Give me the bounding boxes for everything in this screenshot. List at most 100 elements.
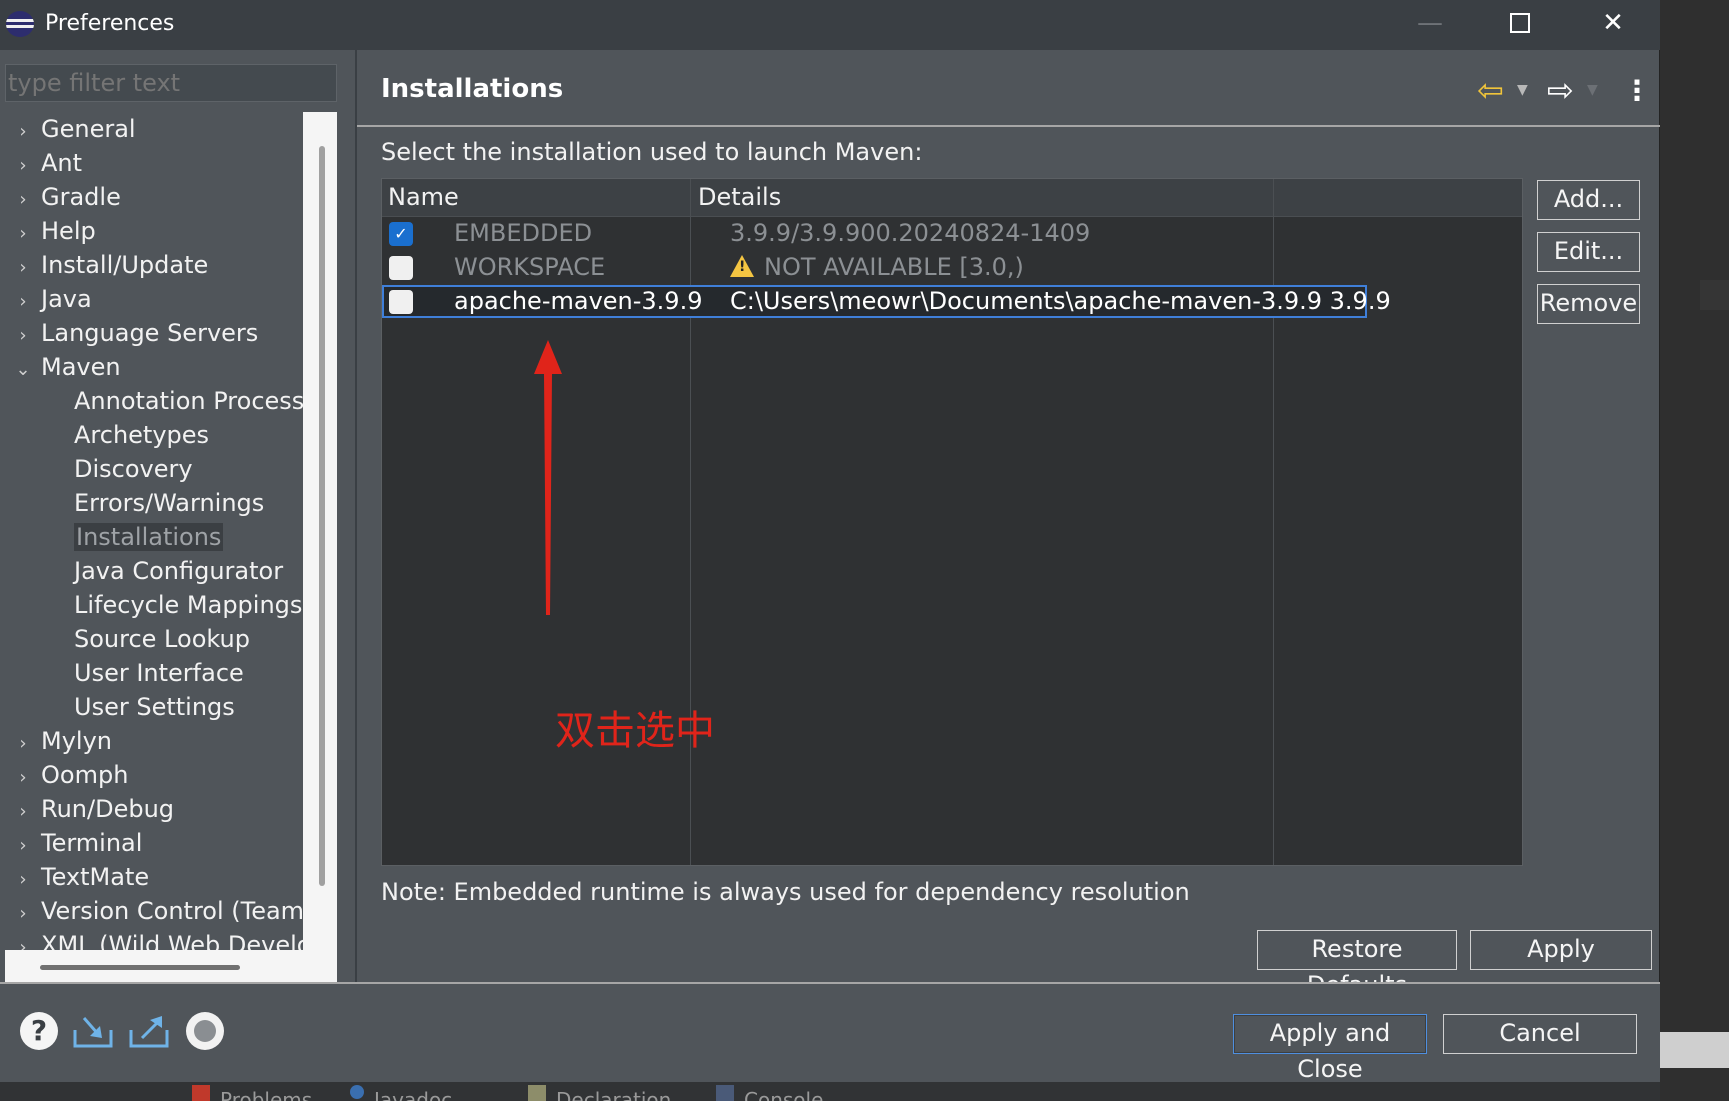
tree-item-archetypes[interactable]: Archetypes [5, 418, 209, 452]
background-tab-problems[interactable]: Problems [192, 1085, 312, 1101]
background-editor-strip [1660, 0, 1729, 1101]
row-details: NOT AVAILABLE [3.0,) [764, 253, 1024, 281]
close-icon: ✕ [1602, 8, 1624, 38]
chevron-right-icon[interactable]: › [5, 931, 41, 950]
chevron-right-icon[interactable]: › [5, 115, 41, 149]
tree-item-install-update[interactable]: › Install/Update [5, 248, 208, 282]
column-header-details[interactable]: Details [698, 183, 781, 211]
tree-item-label: Discovery [74, 455, 193, 483]
background-tab-declaration[interactable]: Declaration [528, 1085, 671, 1101]
view-menu-button[interactable]: ⋮ [1623, 70, 1651, 110]
tree-item-label: Install/Update [41, 251, 209, 279]
tree-item-ant[interactable]: › Ant [5, 146, 82, 180]
back-button[interactable]: ⇦ [1477, 70, 1504, 110]
row-details: C:\Users\meowr\Documents\apache-maven-3.… [730, 287, 1391, 315]
tree-item-installations[interactable]: Installations [5, 520, 224, 554]
problems-icon [192, 1085, 210, 1101]
record-icon[interactable] [186, 1012, 224, 1050]
tree-item-gradle[interactable]: › Gradle [5, 180, 121, 217]
tree-item-help[interactable]: › Help [5, 214, 95, 251]
tree-item-mylyn[interactable]: › Mylyn [5, 724, 112, 758]
tree-item-user-interface[interactable]: User Interface [5, 656, 244, 690]
tree-item-label: TextMate [41, 863, 150, 891]
kebab-menu-icon: ⋮ [1623, 73, 1651, 107]
tree-item-annotation-processi[interactable]: Annotation Processi [5, 384, 303, 418]
tree-item-discovery[interactable]: Discovery [5, 452, 193, 486]
row-checkbox[interactable]: ✓ [389, 222, 413, 246]
export-icon[interactable] [128, 1014, 170, 1050]
tree-item-label: Installations [74, 523, 224, 551]
tree-item-oomph[interactable]: › Oomph [5, 758, 128, 792]
table-row-selected[interactable]: apache-maven-3.9.9 C:\Users\meowr\Docume… [382, 285, 1391, 318]
chevron-right-icon[interactable]: › [5, 183, 41, 217]
chevron-right-icon[interactable]: › [5, 795, 41, 829]
restore-defaults-button[interactable]: Restore Defaults [1257, 930, 1457, 999]
help-icon[interactable]: ? [20, 1012, 58, 1050]
add-button[interactable]: Add... [1537, 180, 1640, 220]
note-text: Note: Embedded runtime is always used fo… [381, 878, 1190, 906]
tree-item-general[interactable]: › General [5, 112, 135, 149]
page-title: Installations [381, 74, 564, 104]
tree-item-label: Lifecycle Mappings [74, 591, 303, 619]
tree-item-maven[interactable]: ⌄ Maven [5, 350, 120, 387]
tree-item-java[interactable]: › Java [5, 282, 92, 319]
forward-dropdown-button[interactable]: ▼ [1587, 70, 1598, 110]
table-row[interactable]: WORKSPACE NOT AVAILABLE [3.0,) [382, 251, 1367, 285]
tree-item-label: Annotation Processi [74, 387, 303, 415]
background-scrollbar [1660, 1032, 1729, 1068]
chevron-right-icon[interactable]: › [5, 251, 41, 285]
chevron-right-icon[interactable]: › [5, 217, 41, 251]
tree-item-label: Java [41, 285, 92, 313]
chevron-right-icon[interactable]: › [5, 897, 41, 931]
tree-item-user-settings[interactable]: User Settings [5, 690, 235, 724]
tree-item-errors-warnings[interactable]: Errors/Warnings [5, 486, 264, 520]
row-name: EMBEDDED [454, 219, 593, 247]
maximize-button[interactable] [1475, 0, 1565, 46]
chevron-right-icon[interactable]: › [5, 829, 41, 863]
tree-item-terminal[interactable]: › Terminal [5, 826, 142, 860]
apply-and-close-button[interactable]: Apply and Close [1233, 1014, 1427, 1083]
chevron-right-icon[interactable]: › [5, 863, 41, 897]
annotation-text: 双击选中 [555, 708, 715, 754]
import-icon[interactable] [72, 1014, 114, 1050]
chevron-right-icon[interactable]: › [5, 761, 41, 795]
close-button[interactable]: ✕ [1568, 0, 1658, 46]
chevron-right-icon[interactable]: › [5, 285, 41, 319]
tree-item-version-control-team[interactable]: › Version Control (Team) [5, 894, 303, 928]
edit-button[interactable]: Edit... [1537, 232, 1640, 272]
row-checkbox[interactable] [389, 256, 413, 280]
chevron-right-icon[interactable]: › [5, 727, 41, 761]
tree-item-label: Language Servers [41, 319, 259, 347]
back-dropdown-button[interactable]: ▼ [1517, 70, 1528, 110]
chevron-right-icon[interactable]: › [5, 319, 41, 353]
tree-vertical-scrollbar[interactable] [319, 146, 325, 886]
tree-item-language-servers[interactable]: › Language Servers [5, 316, 258, 350]
forward-button[interactable]: ⇨ [1547, 70, 1574, 110]
tree-item-label: Errors/Warnings [74, 489, 265, 517]
background-tab-console[interactable]: Console [716, 1085, 823, 1101]
table-row[interactable]: ✓ EMBEDDED 3.9.9/3.9.900.20240824-1409 [382, 217, 1367, 251]
tree-item-java-configurator[interactable]: Java Configurator [5, 554, 283, 588]
background-tab-javadoc[interactable]: Javadoc [350, 1085, 452, 1101]
chevron-right-icon[interactable]: › [5, 149, 41, 183]
chevron-down-icon[interactable]: ⌄ [5, 353, 41, 387]
tree-item-run-debug[interactable]: › Run/Debug [5, 792, 174, 826]
row-details: 3.9.9/3.9.900.20240824-1409 [730, 219, 1091, 247]
tree-horizontal-scrollbar[interactable] [40, 965, 240, 970]
column-header-name[interactable]: Name [388, 183, 459, 211]
preference-tree-container: › General › Ant › Gradle › Help › Install/Update ›… [5, 112, 337, 982]
tree-item-xml-wild-web-develo[interactable]: › XML (Wild Web Develo [5, 928, 303, 950]
remove-button[interactable]: Remove [1537, 284, 1640, 324]
tree-item-label: Gradle [41, 183, 121, 211]
row-checkbox[interactable] [389, 290, 413, 314]
apply-button[interactable]: Apply [1470, 930, 1652, 970]
forward-arrow-icon: ⇨ [1547, 71, 1574, 109]
tree-item-lifecycle-mappings[interactable]: Lifecycle Mappings [5, 588, 302, 622]
minimize-button[interactable]: — [1385, 0, 1475, 46]
tree-item-source-lookup[interactable]: Source Lookup [5, 622, 250, 656]
tree-item-label: Archetypes [74, 421, 210, 449]
tree-item-textmate[interactable]: › TextMate [5, 860, 149, 894]
filter-input[interactable] [5, 64, 337, 102]
cancel-button[interactable]: Cancel [1443, 1014, 1637, 1054]
table-header: Name Details [382, 179, 1522, 217]
